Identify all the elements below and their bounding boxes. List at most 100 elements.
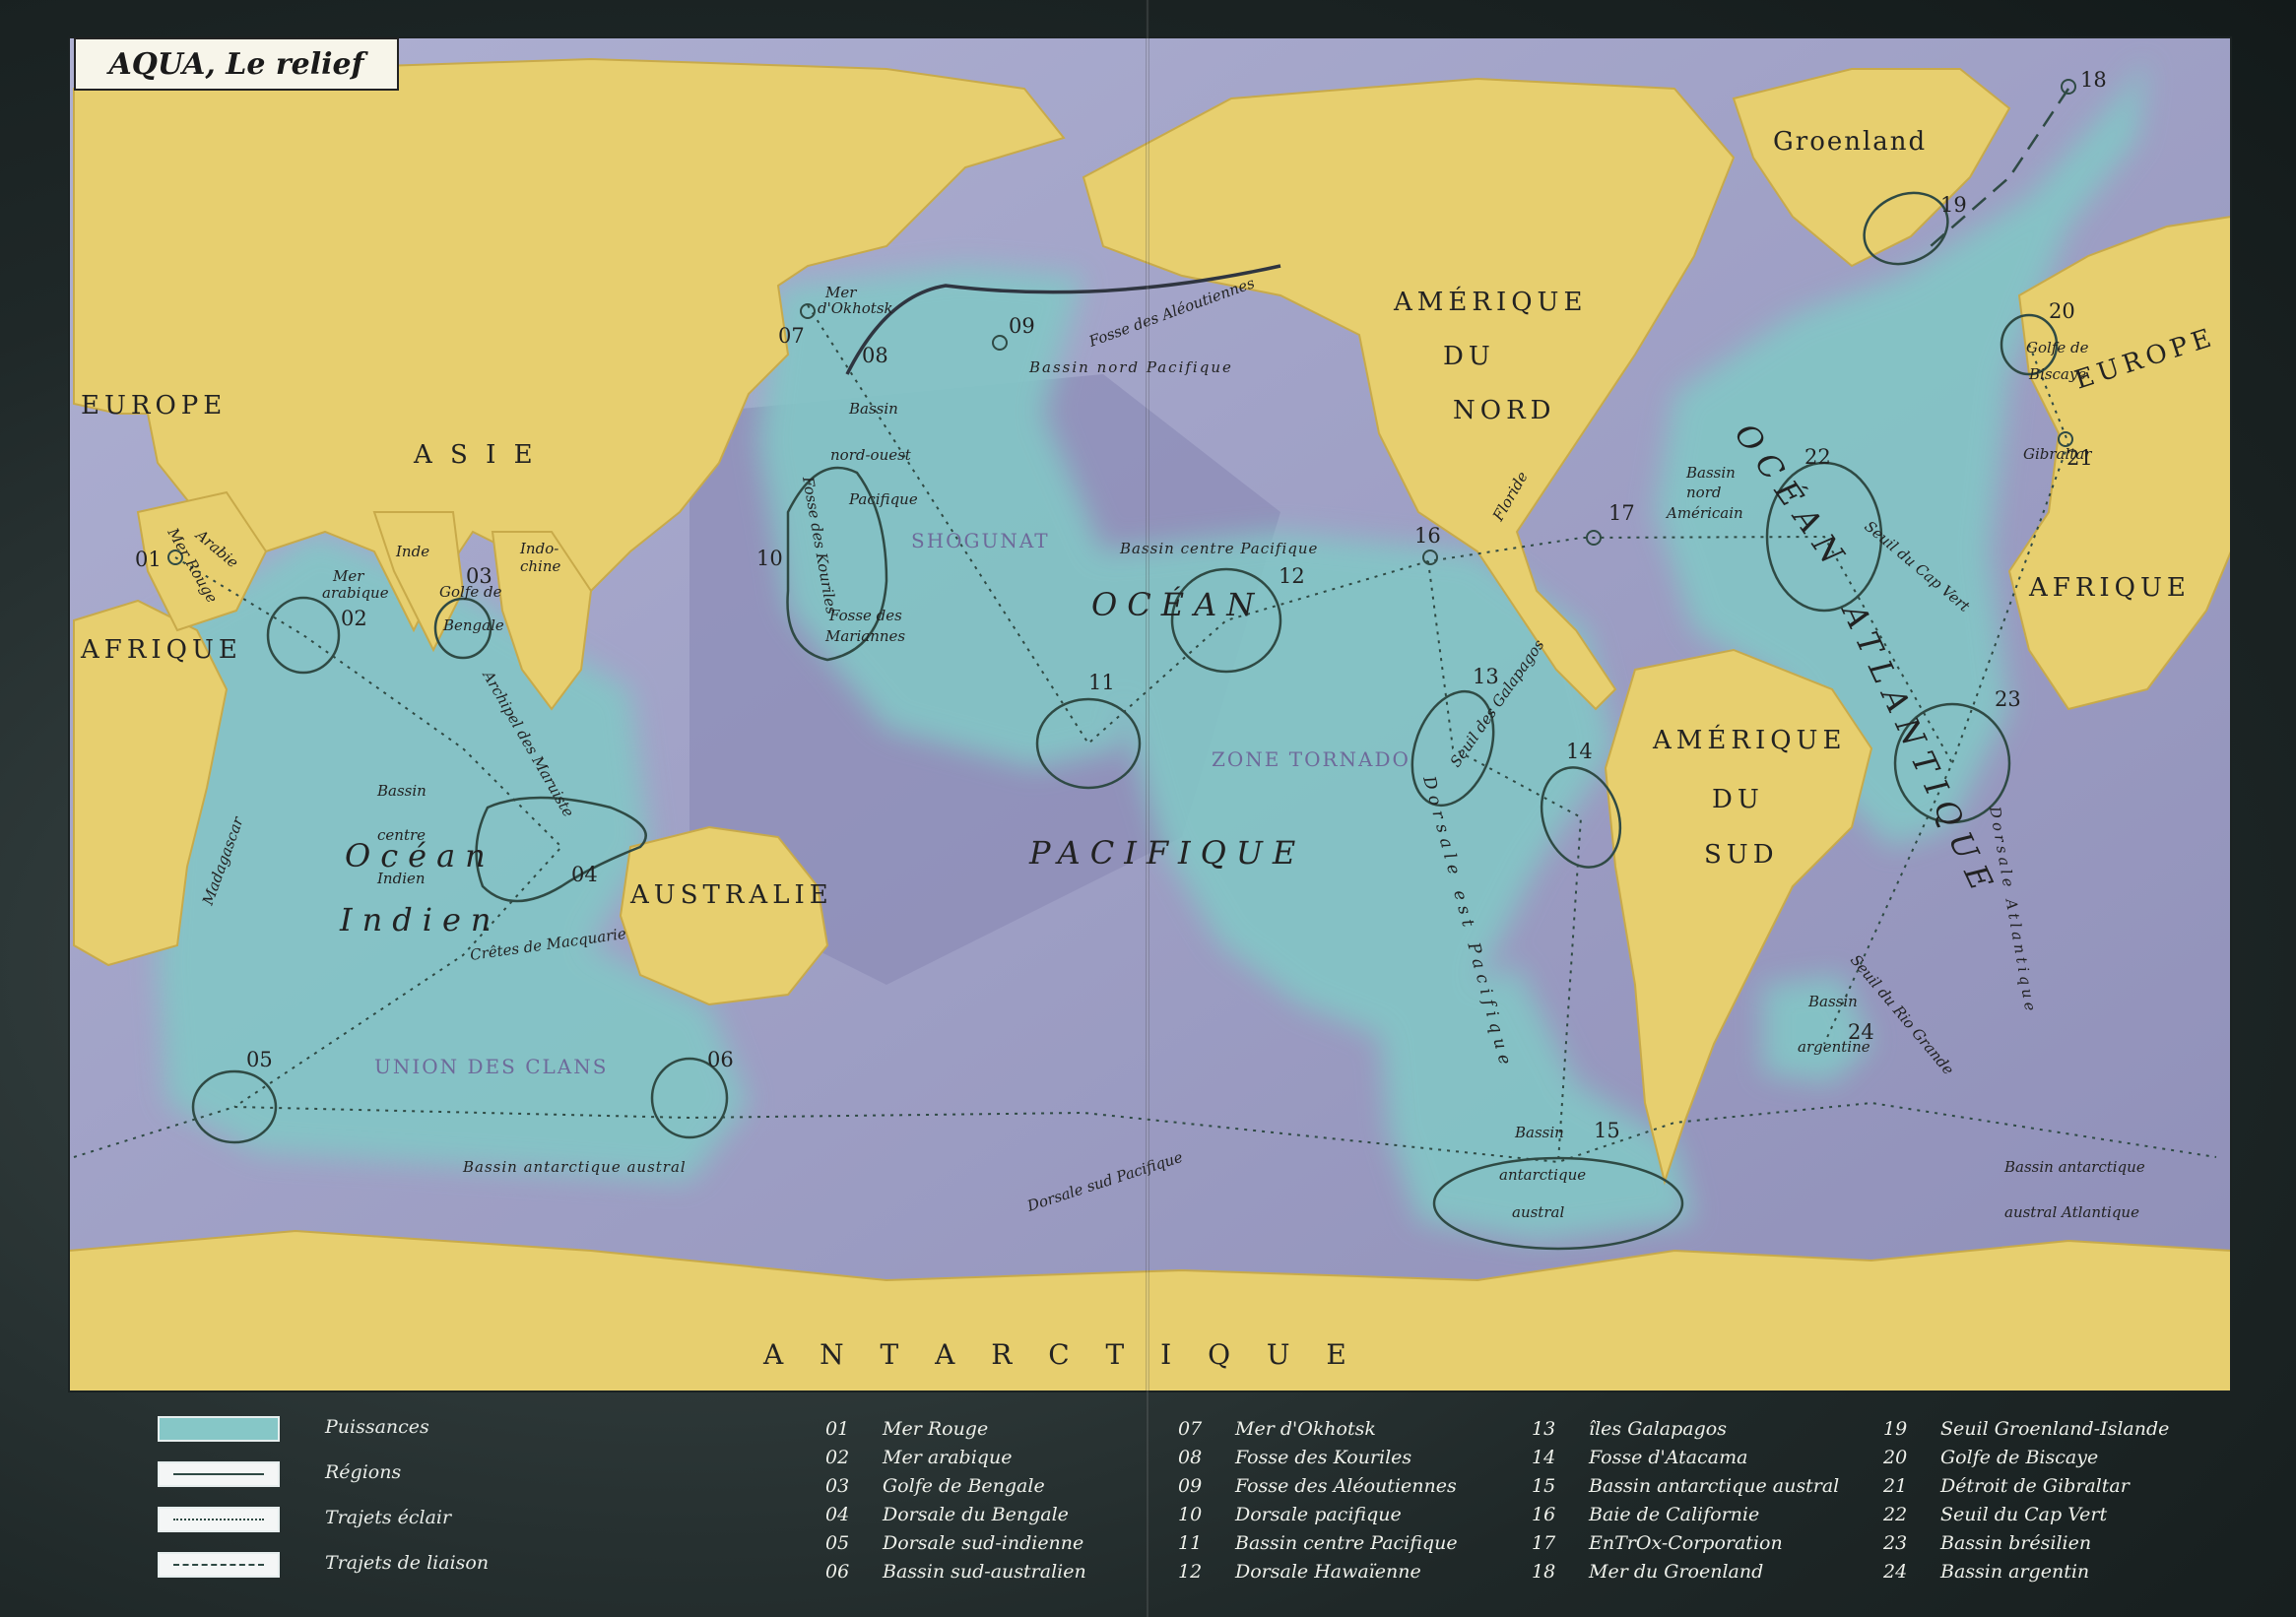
marker-19: 19: [1940, 193, 1967, 217]
marker-08: 08: [862, 344, 888, 367]
index-number: 17: [1532, 1532, 1556, 1554]
marker-16: 16: [1414, 524, 1441, 548]
label-bassin-centre-indien-3: Indien: [376, 870, 426, 887]
index-name: Mer arabique: [883, 1447, 1013, 1468]
index-number: 16: [1532, 1504, 1556, 1525]
index-name: Dorsale du Bengale: [883, 1504, 1069, 1525]
index-number: 15: [1532, 1475, 1556, 1497]
index-number: 20: [1883, 1447, 1908, 1468]
index-number: 01: [825, 1418, 850, 1440]
index-name: îles Galapagos: [1589, 1418, 1727, 1440]
index-name: Bassin antarctique austral: [1589, 1475, 1840, 1497]
marker-13: 13: [1473, 665, 1499, 688]
label-indochine-1: Indo-: [519, 540, 558, 557]
index-name: Mer du Groenland: [1589, 1561, 1764, 1583]
index-number: 12: [1178, 1561, 1203, 1583]
index-name: Mer d'Okhotsk: [1235, 1418, 1376, 1440]
label-bassin-nord-americain-3: Américain: [1665, 504, 1743, 522]
index-name: Mer Rouge: [883, 1418, 989, 1440]
marker-09: 09: [1009, 314, 1035, 338]
index-name: Golfe de Bengale: [883, 1475, 1045, 1497]
label-amerique-nord-2: DU: [1443, 342, 1495, 371]
label-bassin-austral-1: Bassin: [1514, 1124, 1564, 1141]
label-afrique-west: AFRIQUE: [80, 635, 242, 665]
index-number: 21: [1883, 1475, 1908, 1497]
label-bassin-centre-indien-1: Bassin: [376, 782, 426, 800]
label-fosse-mariannes-2: Mariannes: [824, 627, 905, 645]
label-bassin-no-3: Pacifique: [848, 490, 918, 508]
label-ocean-pacifique-1: OCÉAN: [1091, 586, 1264, 623]
label-asie: A S I E: [413, 440, 538, 470]
index-number: 08: [1178, 1447, 1203, 1468]
marker-07: 07: [778, 324, 805, 348]
marker-04: 04: [571, 863, 598, 886]
label-bassin-nord-pacifique: Bassin nord Pacifique: [1028, 358, 1233, 376]
index-name: Bassin argentin: [1940, 1561, 2090, 1583]
legend-label: Trajets éclair: [325, 1507, 452, 1528]
index-name: Baie de Californie: [1589, 1504, 1760, 1525]
page-fold: [1146, 0, 1149, 1617]
index-number: 02: [825, 1447, 850, 1468]
marker-20: 20: [2049, 299, 2075, 323]
label-inde: Inde: [395, 543, 429, 560]
marker-17: 17: [1608, 501, 1635, 525]
index-name: Dorsale Hawaïenne: [1235, 1561, 1421, 1583]
marker-14: 14: [1566, 740, 1593, 763]
marker-10: 10: [756, 547, 783, 570]
index-number: 23: [1883, 1532, 1908, 1554]
legend-item-regions: Régions: [158, 1455, 512, 1495]
label-europe-west: EUROPE: [81, 391, 227, 420]
index-name: Bassin centre Pacifique: [1235, 1532, 1458, 1554]
marker-01: 01: [135, 548, 162, 571]
label-golfe-bengale-2: Bengale: [442, 616, 504, 634]
index-number: 14: [1532, 1447, 1556, 1468]
index-number: 05: [825, 1532, 850, 1554]
label-mer-arabique-1: Mer: [332, 567, 364, 585]
map-page: EUROPE A S I E AFRIQUE AUSTRALIE AMÉRIQU…: [0, 0, 2296, 1617]
label-bassin-antarctique-atl-2: austral Atlantique: [2004, 1203, 2139, 1221]
label-australie: AUSTRALIE: [629, 880, 833, 910]
label-union-des-clans: UNION DES CLANS: [374, 1055, 608, 1078]
label-groenland: Groenland: [1773, 127, 1927, 157]
index-name: Seuil Groenland-Islande: [1940, 1418, 2170, 1440]
index-name: EnTrOx-Corporation: [1589, 1532, 1783, 1554]
legend-label: Trajets de liaison: [325, 1552, 490, 1574]
map-title-box: AQUA, Le relief: [74, 37, 399, 91]
label-fosse-mariannes-1: Fosse des: [828, 607, 902, 624]
label-indochine-2: chine: [520, 557, 561, 575]
marker-03: 03: [466, 564, 492, 588]
label-bassin-antarctique-austral: Bassin antarctique austral: [462, 1158, 687, 1176]
label-zone-tornado: ZONE TORNADO: [1212, 747, 1410, 771]
label-amerique-nord-1: AMÉRIQUE: [1393, 286, 1587, 317]
marker-12: 12: [1279, 564, 1305, 588]
label-bassin-antarctique-atl-1: Bassin antarctique: [2003, 1158, 2145, 1176]
label-amerique-nord-3: NORD: [1453, 396, 1556, 425]
marker-22: 22: [1804, 445, 1831, 469]
marker-11: 11: [1088, 671, 1115, 694]
legend-label: Puissances: [325, 1416, 429, 1438]
legend-item-puissances: Puissances: [158, 1410, 512, 1450]
label-bassin-centre-indien-2: centre: [377, 826, 426, 844]
map-title: AQUA, Le relief: [108, 46, 364, 82]
label-golfe-biscaye-2: Biscaye: [2028, 365, 2086, 383]
label-bassin-nord-americain-2: nord: [1686, 484, 1721, 501]
legend-item-trajets-liaison: Trajets de liaison: [158, 1546, 512, 1585]
index-number: 07: [1178, 1418, 1203, 1440]
index-name: Fosse des Aléoutiennes: [1235, 1475, 1457, 1497]
index-name: Détroit de Gibraltar: [1940, 1475, 2130, 1497]
label-amerique-sud-2: DU: [1712, 785, 1764, 814]
index-number: 03: [825, 1475, 850, 1497]
marker-21: 21: [2066, 446, 2093, 470]
label-bassin-austral-3: austral: [1512, 1203, 1564, 1221]
label-golfe-biscaye-1: Golfe de: [2026, 339, 2089, 356]
index-name: Dorsale sud-indienne: [883, 1532, 1084, 1554]
index-name: Dorsale pacifique: [1235, 1504, 1402, 1525]
index-name: Fosse des Kouriles: [1235, 1447, 1412, 1468]
label-bassin-argentine-1: Bassin: [1807, 993, 1858, 1010]
index-number: 19: [1883, 1418, 1908, 1440]
label-bassin-no-2: nord-ouest: [830, 446, 912, 464]
label-shogunat: SHOGUNAT: [911, 529, 1050, 552]
marker-18: 18: [2080, 68, 2107, 92]
label-mer-arabique-2: arabique: [322, 584, 389, 602]
label-bassin-nord-americain-1: Bassin: [1685, 464, 1736, 482]
